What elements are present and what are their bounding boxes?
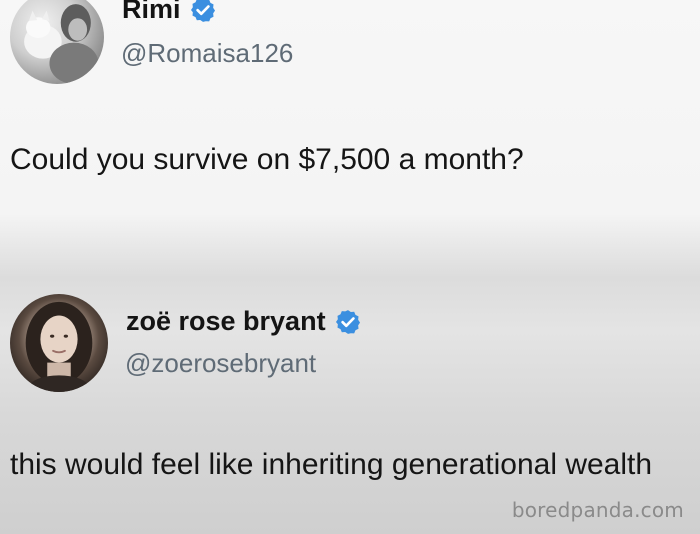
original-tweet[interactable]: Rimi @Romaisa126 Could you survive on $7… [0, 0, 700, 250]
verified-badge-icon [189, 0, 217, 24]
author-name-row[interactable]: Rimi [122, 0, 217, 25]
handle[interactable]: @zoerosebryant [125, 348, 316, 379]
display-name[interactable]: Rimi [122, 0, 181, 25]
avatar[interactable] [10, 294, 108, 392]
handle[interactable]: @Romaisa126 [121, 38, 293, 69]
avatar-image-rimi [24, 4, 99, 84]
tweet-text: Could you survive on $7,500 a month? [10, 143, 524, 176]
tweet-text: this would feel like inheriting generati… [10, 448, 653, 481]
watermark: boredpanda.com [511, 498, 684, 522]
author-name-row[interactable]: zoë rose bryant [126, 306, 362, 337]
display-name[interactable]: zoë rose bryant [126, 306, 326, 337]
avatar[interactable] [10, 0, 104, 84]
reply-tweet[interactable]: zoë rose bryant @zoerosebryant this woul… [0, 250, 700, 534]
verified-badge-icon [334, 308, 362, 336]
avatar-image-zoe [25, 301, 93, 392]
